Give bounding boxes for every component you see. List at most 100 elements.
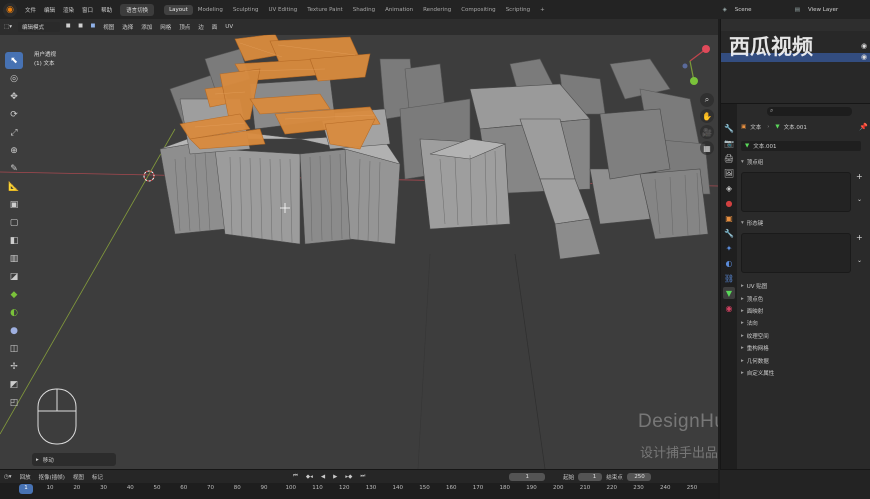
current-frame-field[interactable]: 1 xyxy=(509,472,546,481)
menu-window[interactable]: 窗口 xyxy=(78,6,97,14)
select-box-tool-icon[interactable]: ⬉ xyxy=(5,52,23,69)
next-keyframe-icon[interactable]: ▸◆ xyxy=(341,474,356,480)
menu-vertex[interactable]: 顶点 xyxy=(175,22,194,32)
camera-view-icon[interactable]: 🎥 xyxy=(700,125,714,139)
menu-help[interactable]: 帮助 xyxy=(97,6,116,14)
menu-edit[interactable]: 编辑 xyxy=(40,6,59,14)
end-frame-field[interactable]: 250 xyxy=(626,472,651,481)
tab-rendering[interactable]: Rendering xyxy=(418,5,456,15)
vertex-groups-list[interactable] xyxy=(741,172,851,212)
mode-selector[interactable]: 编辑模式 xyxy=(17,22,60,32)
shrink-tool-icon[interactable]: ✢ xyxy=(5,358,23,375)
pin-icon[interactable]: 📌 xyxy=(859,123,868,131)
loop-cut-tool-icon[interactable]: ▥ xyxy=(5,250,23,267)
custom-properties-panel[interactable]: ▸ 自定义属性 xyxy=(739,367,869,379)
add-workspace-button[interactable]: + xyxy=(535,5,550,15)
view-layer-tab-icon[interactable]: 🖼 xyxy=(723,167,735,179)
tab-layout[interactable]: Layout xyxy=(164,4,193,15)
output-tab-icon[interactable]: 🖨 xyxy=(723,152,735,164)
select-mode-edge-icon[interactable]: ⯀ xyxy=(74,23,86,32)
world-tab-icon[interactable]: ● xyxy=(723,197,735,209)
shape-keys-panel-header[interactable]: ▾ 形态键 xyxy=(739,218,765,228)
timeline-editor-icon[interactable]: ◷▾ xyxy=(0,474,16,480)
menu-timeline-view[interactable]: 视图 xyxy=(69,473,88,481)
prev-keyframe-icon[interactable]: ◆◂ xyxy=(302,474,317,480)
material-tab-icon[interactable]: ◉ xyxy=(723,302,735,314)
object-tab-icon[interactable]: ▣ xyxy=(723,212,735,224)
move-tool-icon[interactable]: ✥ xyxy=(5,88,23,105)
visibility-eye-icon[interactable]: ◉ xyxy=(861,53,867,61)
visibility-eye-icon[interactable]: ◉ xyxy=(861,42,867,50)
tab-compositing[interactable]: Compositing xyxy=(456,5,500,15)
mesh-data-tab-icon[interactable]: ▼ xyxy=(723,287,735,299)
play-icon[interactable]: ▶ xyxy=(329,474,341,480)
zoom-icon[interactable]: ⌕ xyxy=(700,93,714,107)
face-maps-panel[interactable]: ▸ 面映射 xyxy=(739,305,869,317)
spin-tool-icon[interactable]: ◐ xyxy=(5,304,23,321)
menu-face[interactable]: 面 xyxy=(208,22,222,32)
vertex-groups-dropdown-icon[interactable]: ⌄ xyxy=(857,196,862,203)
select-mode-vertex-icon[interactable]: ⯀ xyxy=(62,23,74,32)
constraints-tab-icon[interactable]: ⛓ xyxy=(723,272,735,284)
play-reverse-icon[interactable]: ◀ xyxy=(317,474,329,480)
measure-tool-icon[interactable]: 📐 xyxy=(5,178,23,195)
particles-tab-icon[interactable]: ✦ xyxy=(723,242,735,254)
add-vertex-group-button[interactable]: + xyxy=(856,172,863,181)
inset-tool-icon[interactable]: ▢ xyxy=(5,214,23,231)
tab-texture-paint[interactable]: Texture Paint xyxy=(302,5,348,15)
poly-build-tool-icon[interactable]: ◆ xyxy=(5,286,23,303)
tab-uv-editing[interactable]: UV Editing xyxy=(264,5,303,15)
language-switch-button[interactable]: 语言切换 xyxy=(120,3,155,16)
mesh-datablock-field[interactable]: ▼ 文本.001 xyxy=(741,141,861,151)
remesh-panel[interactable]: ▸ 重构网格 xyxy=(739,342,869,354)
view-layer-selector[interactable]: View Layer xyxy=(804,7,870,13)
vertex-colors-panel[interactable]: ▸ 顶点色 xyxy=(739,292,869,304)
menu-edge[interactable]: 边 xyxy=(194,22,208,32)
scene-selector[interactable]: Scene xyxy=(731,7,791,13)
render-tab-icon[interactable]: 📷 xyxy=(723,137,735,149)
edge-slide-tool-icon[interactable]: ◫ xyxy=(5,340,23,357)
jump-start-icon[interactable]: ⏮ xyxy=(289,473,302,480)
rip-tool-icon[interactable]: ◰ xyxy=(5,394,23,411)
annotate-tool-icon[interactable]: ✎ xyxy=(5,160,23,177)
jump-end-icon[interactable]: ⏭ xyxy=(356,473,369,480)
menu-playback[interactable]: 回放 xyxy=(16,473,35,481)
menu-select[interactable]: 选择 xyxy=(118,22,137,32)
texture-space-panel[interactable]: ▸ 纹理空间 xyxy=(739,330,869,342)
scene-icon[interactable]: ◈ xyxy=(719,7,731,13)
add-shape-key-button[interactable]: + xyxy=(856,233,863,242)
geometry-data-panel[interactable]: ▸ 几何数据 xyxy=(739,354,869,366)
editor-type-icon[interactable]: ⬚▾ xyxy=(0,23,16,31)
menu-file[interactable]: 文件 xyxy=(21,6,40,14)
physics-tab-icon[interactable]: ◐ xyxy=(723,257,735,269)
select-mode-face-icon[interactable]: ⯀ xyxy=(87,23,99,32)
outliner-panel[interactable]: ◉ ◉ 西瓜视频 xyxy=(720,19,870,103)
properties-search-bar[interactable]: ⌕ xyxy=(767,107,852,116)
bevel-tool-icon[interactable]: ◧ xyxy=(5,232,23,249)
uv-maps-panel[interactable]: ▸ UV 贴图 xyxy=(739,280,869,292)
start-frame-field[interactable]: 1 xyxy=(578,472,603,481)
normals-panel[interactable]: ▸ 法向 xyxy=(739,317,869,329)
frame-ruler[interactable]: 1 10 20 30 40 50 60 70 80 90 100 110 120 130 140 150 160… xyxy=(0,483,718,499)
smooth-tool-icon[interactable]: ● xyxy=(5,322,23,339)
rotate-tool-icon[interactable]: ⟳ xyxy=(5,106,23,123)
modifier-tab-icon[interactable]: 🔧 xyxy=(723,227,735,239)
pan-hand-icon[interactable]: ✋ xyxy=(700,109,714,123)
knife-tool-icon[interactable]: ◪ xyxy=(5,268,23,285)
tool-tab-icon[interactable]: 🔧 xyxy=(723,122,735,134)
timeline[interactable]: ◷▾ 回放 抠像(插帧) 视图 标记 ⏮ ◆◂ ◀ ▶ ▸◆ ⏭ 1 起始 1 … xyxy=(0,469,718,499)
menu-uv[interactable]: UV xyxy=(221,23,237,31)
ortho-toggle-icon[interactable]: ▦ xyxy=(700,141,714,155)
vertex-groups-panel-header[interactable]: ▾ 顶点组 xyxy=(739,157,765,167)
menu-mesh[interactable]: 网格 xyxy=(156,22,175,32)
shape-keys-dropdown-icon[interactable]: ⌄ xyxy=(857,257,862,264)
extrude-tool-icon[interactable]: ▣ xyxy=(5,196,23,213)
menu-add[interactable]: 添加 xyxy=(137,22,156,32)
blender-logo-icon[interactable]: ◉ xyxy=(3,2,17,17)
tab-animation[interactable]: Animation xyxy=(380,5,418,15)
menu-render[interactable]: 渲染 xyxy=(59,6,78,14)
tab-modeling[interactable]: Modeling xyxy=(193,5,228,15)
3d-viewport[interactable]: ⬚▾ 编辑模式 ⯀ ⯀ ⯀ 视图 选择 添加 网格 顶点 边 面 UV 用户透视… xyxy=(0,19,718,469)
transform-tool-icon[interactable]: ⊕ xyxy=(5,142,23,159)
last-operator-panel[interactable]: ▸ 移动 xyxy=(32,453,116,466)
